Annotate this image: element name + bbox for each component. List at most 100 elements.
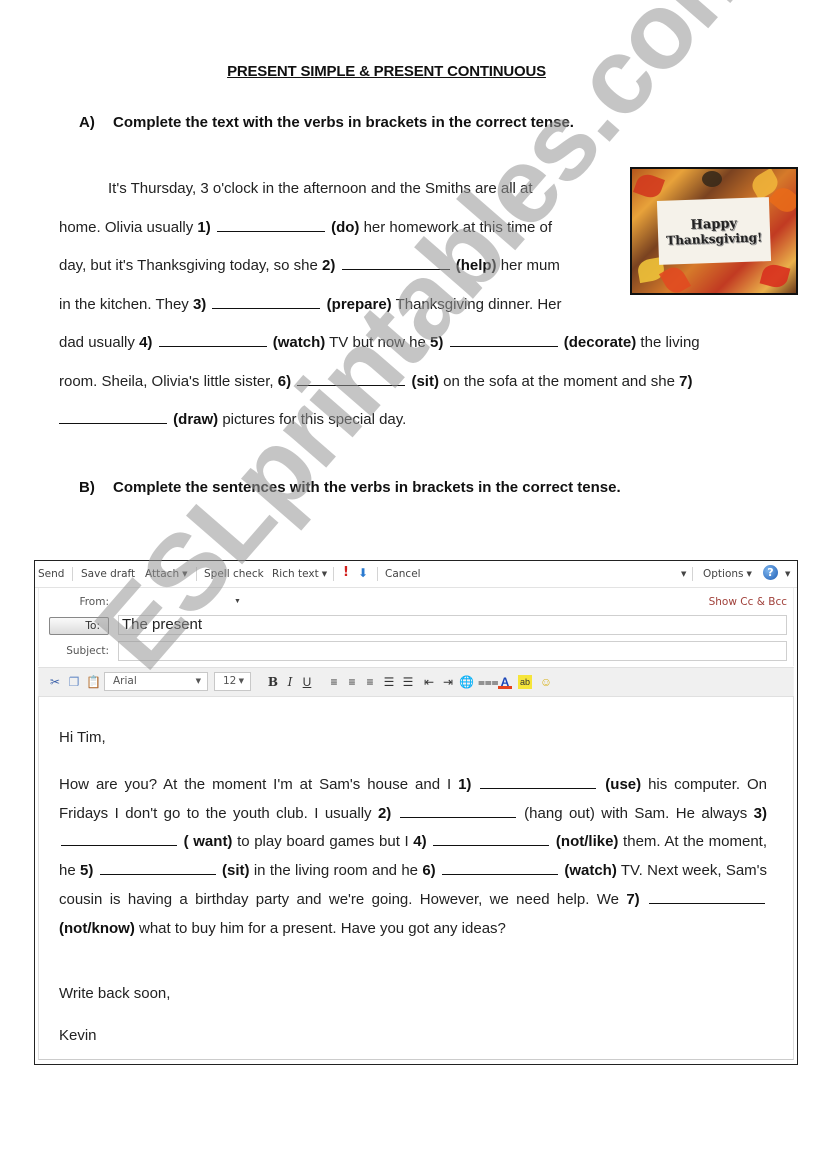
- horizontal-rule-icon[interactable]: ⩶: [478, 675, 499, 689]
- item-number: 6): [422, 862, 436, 880]
- compose-header: From: ▼ Show Cc & Bcc To: The present Su…: [38, 588, 794, 666]
- text-fragment: to play board games but I: [232, 833, 414, 851]
- align-center-icon[interactable]: ≡: [345, 675, 359, 689]
- item-number: 1): [197, 218, 211, 236]
- from-label: From:: [79, 596, 109, 608]
- options-dropdown[interactable]: Options ▼: [703, 568, 752, 580]
- verb-hint: (watch): [564, 862, 617, 880]
- rich-text-dropdown[interactable]: Rich text ▼: [272, 568, 327, 580]
- numbered-list-icon[interactable]: ☰: [382, 675, 396, 689]
- from-dropdown-caret-icon[interactable]: ▼: [234, 598, 241, 605]
- answer-blank-2[interactable]: [399, 803, 516, 818]
- text-fragment: in the living room and he: [249, 862, 423, 880]
- task-b-heading: B) Complete the sentences with the verbs …: [79, 479, 621, 496]
- high-importance-icon[interactable]: !: [343, 565, 349, 580]
- item-number: 2): [377, 804, 392, 822]
- verb-hint: (not/know): [59, 919, 135, 937]
- underline-button[interactable]: U: [300, 675, 314, 689]
- send-button[interactable]: Send: [38, 568, 64, 580]
- verb-hint: (sit): [411, 372, 439, 390]
- text-fragment: with Sam. He always: [594, 804, 754, 822]
- copy-icon[interactable]: ❐: [67, 675, 81, 689]
- answer-blank-3[interactable]: [61, 831, 177, 847]
- item-number: 6): [277, 372, 292, 390]
- subject-input[interactable]: [118, 641, 787, 661]
- font-color-icon[interactable]: A: [498, 675, 512, 689]
- toolbar-separator: [196, 567, 197, 581]
- cancel-button[interactable]: Cancel: [385, 568, 421, 580]
- show-cc-bcc-link[interactable]: Show Cc & Bcc: [709, 596, 787, 608]
- answer-blank-7[interactable]: [649, 889, 765, 904]
- text-fragment: home. Olivia usually: [59, 218, 198, 236]
- signature: Kevin: [59, 1027, 97, 1044]
- verb-hint: (draw): [173, 411, 219, 428]
- greeting-line: Hi Tim,: [59, 729, 106, 746]
- attach-button[interactable]: Attach ▼: [145, 568, 188, 580]
- chevron-down-icon: ▼: [195, 677, 201, 685]
- answer-blank-1[interactable]: [480, 774, 597, 789]
- save-draft-button[interactable]: Save draft: [81, 568, 135, 580]
- answer-blank-4[interactable]: [158, 332, 267, 347]
- text-fragment: room. Sheila, Olivia's little sister,: [59, 372, 278, 390]
- emoticon-icon[interactable]: ☺: [539, 675, 553, 689]
- email-compose-window: Send Save draft Attach ▼ Spell check Rich…: [34, 560, 798, 1065]
- chevron-down-icon[interactable]: ▼: [785, 570, 790, 578]
- toolbar-separator: [377, 567, 378, 581]
- chevron-down-icon: ▼: [182, 570, 188, 578]
- answer-blank-5[interactable]: [449, 332, 558, 347]
- text-line: It's Thursday, 3 o'clock in the afternoo…: [108, 180, 533, 197]
- answer-blank-1[interactable]: [216, 217, 325, 232]
- font-size-value: 12: [223, 675, 237, 687]
- text-fragment: her mum: [496, 257, 560, 274]
- item-number: 3): [192, 295, 207, 313]
- cut-icon[interactable]: ✂: [48, 675, 62, 689]
- item-number: 2): [322, 257, 336, 274]
- item-number: 1): [458, 776, 472, 793]
- verb-hint: ( want): [183, 833, 233, 851]
- task-b-instruction: Complete the sentences with the verbs in…: [113, 479, 621, 496]
- text-fragment: dad usually: [59, 334, 140, 351]
- font-size-select[interactable]: 12 ▼: [214, 672, 251, 691]
- answer-blank-2[interactable]: [341, 255, 450, 270]
- answer-blank-6[interactable]: [297, 371, 406, 386]
- help-icon[interactable]: ?: [763, 565, 778, 580]
- text-fragment: TV but now he: [325, 334, 431, 351]
- paste-icon[interactable]: 📋: [86, 675, 101, 689]
- to-input[interactable]: The present: [118, 615, 787, 635]
- bullet-list-icon[interactable]: ☰: [401, 675, 415, 689]
- verb-hint: (help): [455, 257, 497, 274]
- to-button[interactable]: To:: [49, 617, 109, 635]
- rich-text-label: Rich text: [272, 568, 319, 580]
- align-right-icon[interactable]: ≡: [363, 675, 377, 689]
- spell-check-button[interactable]: Spell check: [204, 568, 264, 580]
- item-number: 4): [139, 334, 153, 351]
- verb-hint: (sit): [222, 862, 250, 880]
- chevron-down-icon[interactable]: ▼: [681, 570, 686, 578]
- answer-blank-6[interactable]: [442, 860, 559, 876]
- verb-hint: (do): [331, 218, 360, 236]
- font-family-select[interactable]: Arial ▼: [104, 672, 208, 691]
- text-fragment: the living: [636, 334, 700, 351]
- item-number: 5): [80, 862, 94, 880]
- greeting-card: Happy Thanksgiving!: [656, 197, 772, 265]
- low-importance-icon[interactable]: ⬇: [358, 566, 368, 580]
- italic-button[interactable]: I: [283, 675, 297, 689]
- card-text-line1: Happy: [690, 215, 738, 233]
- text-fragment: day, but it's Thanksgiving today, so she: [59, 257, 323, 274]
- decrease-indent-icon[interactable]: ⇤: [422, 675, 436, 689]
- align-left-icon[interactable]: ≡: [327, 675, 341, 689]
- text-fragment: pictures for this special day.: [218, 411, 407, 428]
- answer-blank-4[interactable]: [433, 831, 550, 847]
- options-label: Options: [703, 568, 744, 580]
- item-number: 4): [413, 833, 427, 851]
- answer-blank-5[interactable]: [99, 860, 216, 876]
- item-number: 3): [753, 804, 767, 822]
- bold-button[interactable]: B: [266, 675, 280, 689]
- attach-label: Attach: [145, 568, 180, 580]
- answer-blank-7[interactable]: [59, 409, 167, 424]
- text-fragment: her homework at this time of: [359, 218, 552, 236]
- answer-blank-3[interactable]: [212, 294, 321, 309]
- insert-link-icon[interactable]: 🌐: [459, 675, 474, 689]
- increase-indent-icon[interactable]: ⇥: [441, 675, 455, 689]
- highlight-icon[interactable]: ab: [518, 675, 532, 689]
